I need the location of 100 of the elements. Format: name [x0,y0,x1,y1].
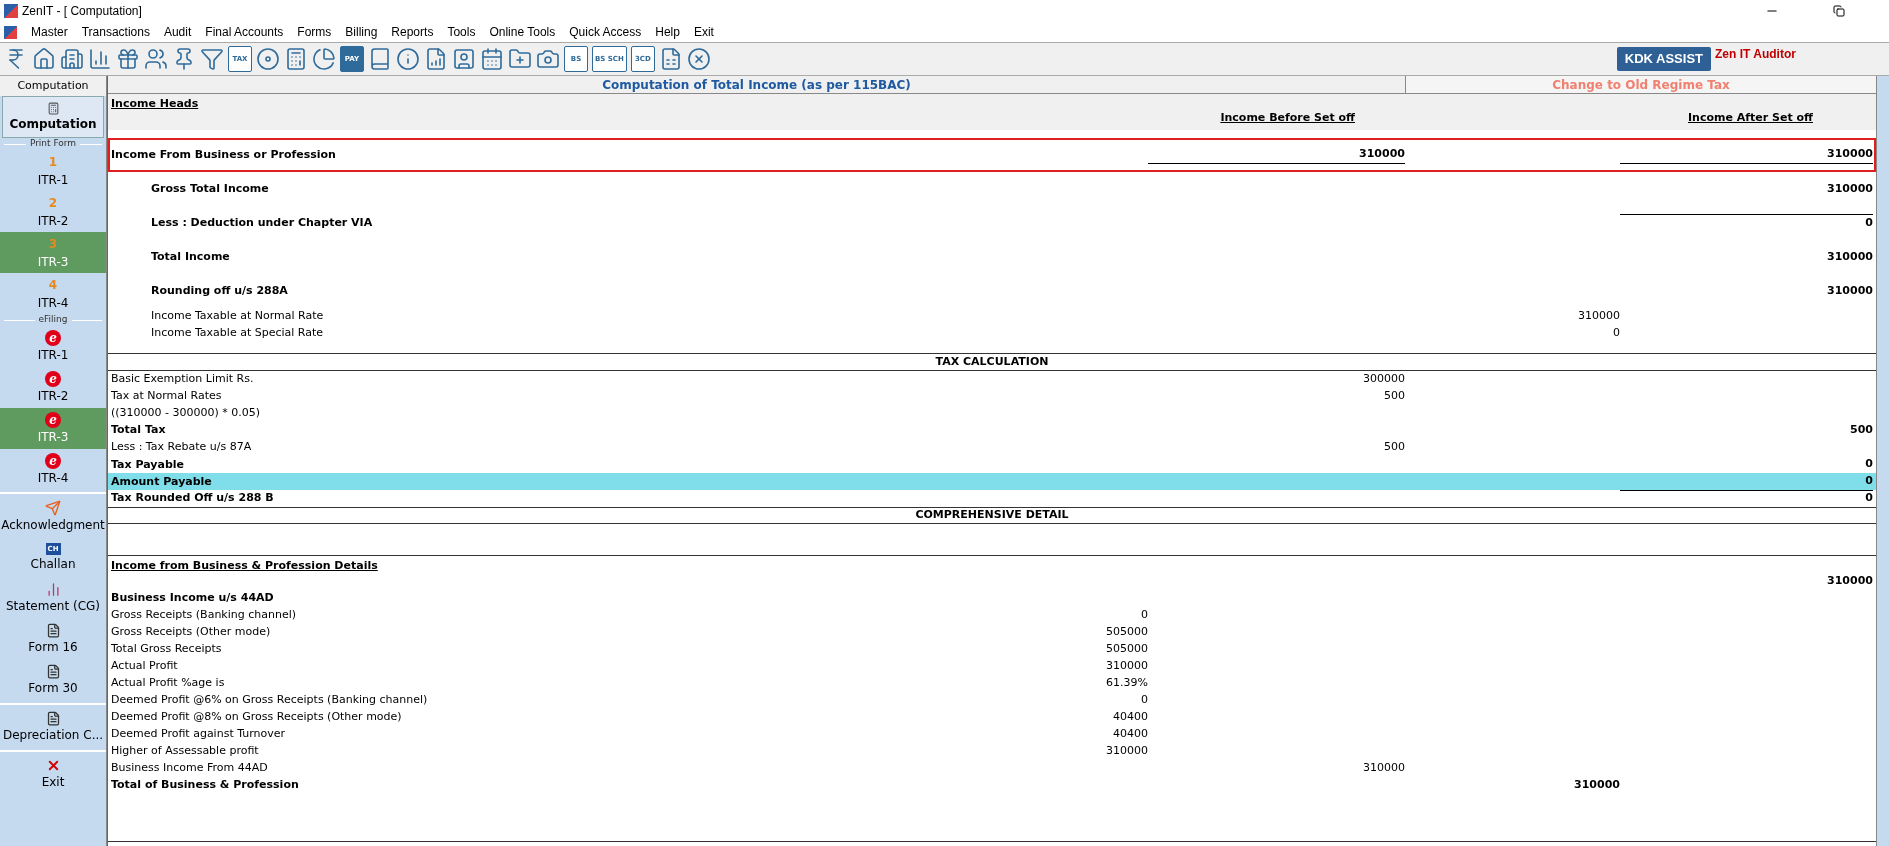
person-card-icon[interactable] [452,47,476,71]
assist-button[interactable]: KDK ASSIST [1616,47,1711,71]
income-row[interactable]: Rounding off u/s 288A 310000 [108,274,1876,308]
sidebar-item[interactable]: e ITR-2 [0,367,106,408]
document-icon [45,664,61,679]
income-row[interactable]: Income Taxable at Normal Rate 310000 [108,308,1876,325]
menu-item[interactable]: Online Tools [489,23,556,41]
income-row[interactable]: Income Taxable at Special Rate 0 [108,325,1876,342]
report-icon[interactable] [424,47,448,71]
amount-value: 40400 [1112,709,1148,726]
column-header: Income Heads [110,96,200,112]
amount-value: 310000 [1826,248,1873,265]
folder-add-icon[interactable] [508,47,532,71]
row-label: Total of Business & Profession [110,777,299,794]
section-label: Print Form [29,137,77,151]
sidebar-item[interactable]: Form 30 [0,660,106,701]
row-label: Rounding off u/s 288A [150,283,288,297]
computation-button[interactable]: Computation [2,96,104,138]
section-title: Computation of Total Income (as per 115BAC) [602,76,911,94]
building-icon[interactable] [60,47,84,71]
menu-item[interactable]: Billing [345,23,378,41]
amount-value: 500 [1383,439,1405,456]
menu-item[interactable]: Tools [447,23,476,41]
sidebar-item[interactable]: e ITR-4 [0,449,106,490]
menu-item[interactable]: Help [655,23,680,41]
info-icon[interactable] [396,47,420,71]
close-icon[interactable] [686,47,711,71]
number-label: 3 [48,235,58,253]
efiling-icon: e [45,370,61,387]
income-row[interactable]: Less : Deduction under Chapter VIA 0 [108,206,1876,240]
menu-item[interactable]: Reports [391,23,434,41]
row-label: Amount Payable [110,473,212,490]
home-icon[interactable] [32,47,56,71]
amount-value: 0 [1864,490,1873,507]
menu-item[interactable]: Final Accounts [205,23,284,41]
row-label: Income Taxable at Special Rate [150,326,324,340]
menu-item[interactable]: Quick Access [569,23,642,41]
row-label: Income Taxable at Normal Rate [150,309,324,323]
row-label: Total Gross Receipts [110,641,222,658]
row-label: Actual Profit [110,658,178,675]
sidebar-item[interactable]: e ITR-3 [0,408,106,449]
row-label: Basic Exemption Limit Rs. [110,371,254,388]
menu-item[interactable]: Transactions [81,23,150,41]
people-icon[interactable] [144,47,168,71]
income-row[interactable]: Income From Business or Profession 310000 310000 [108,138,1876,172]
row-label: Deemed Profit against Turnover [110,726,286,743]
row-label: Gross Receipts (Other mode) [110,624,271,641]
restore-icon[interactable] [1833,5,1845,17]
section-title: COMPREHENSIVE DETAIL [915,507,1069,524]
sidebar-item[interactable]: Depreciation C... [0,707,106,748]
efiling-icon: e [45,329,61,346]
camera-icon[interactable] [536,47,560,71]
sidebar-item[interactable]: 1 ITR-1 [0,150,106,191]
row-label: Less : Tax Rebate u/s 87A [110,439,252,456]
sidebar-item[interactable]: Statement (CG) [0,578,106,619]
amount-value: 505000 [1105,641,1148,658]
menu-item[interactable]: Exit [693,23,714,41]
menu-item[interactable]: Master [31,23,68,41]
filter-icon[interactable] [200,47,224,71]
section-heading: Income from Business & Profession Details [111,559,378,572]
sidebar-item[interactable]: e ITR-1 [0,326,106,367]
amount-value: 310000 [1577,308,1620,325]
sidebar-item[interactable]: Exit [0,754,106,795]
row-label: Gross Total Income [150,181,269,195]
number-label: 1 [48,153,58,171]
amount-value: 40400 [1112,726,1148,743]
disc-icon[interactable] [256,47,280,71]
calculator-icon[interactable] [284,47,308,71]
section-title: TAX CALCULATION [935,353,1049,370]
column-header: Income After Set off [1688,109,1813,126]
income-row[interactable]: Gross Total Income 310000 [108,172,1876,206]
amount-value: 310000 [1620,146,1873,164]
scrollbar[interactable] [1876,76,1889,846]
row-label: Tax Rounded Off u/s 288 B [110,490,274,507]
sidebar-item[interactable]: 4 ITR-4 [0,273,106,314]
row-label: Business Income From 44AD [110,760,268,777]
amount-value: 505000 [1105,624,1148,641]
gift-icon[interactable] [116,47,140,71]
menu-item[interactable]: Audit [163,23,192,41]
bar-chart-icon[interactable] [88,47,112,71]
row-label: Tax Payable [110,456,184,473]
calendar-icon[interactable] [480,47,504,71]
book-icon[interactable] [368,47,392,71]
amount-value: 300000 [1362,371,1405,388]
column-header: Income Before Set off [1220,109,1355,126]
amount-value: 310000 [1826,282,1873,299]
sidebar-item[interactable]: Form 16 [0,619,106,660]
sidebar-item[interactable]: 2 ITR-2 [0,191,106,232]
row-label: Business Income u/s 44AD [110,590,274,607]
row-label: Gross Receipts (Banking channel) [110,607,297,624]
amount-value: 0 [1612,325,1620,342]
app-logo-icon [4,4,18,18]
menu-item[interactable]: Forms [297,23,332,41]
section-label: eFiling [38,313,68,327]
amount-value: 500 [1849,422,1873,439]
amount-value: 310000 [1826,573,1873,590]
pie-chart-icon[interactable] [312,47,336,71]
income-row[interactable]: Total Income 310000 [108,240,1876,274]
sidebar-item[interactable]: Acknowledgment [0,496,106,537]
row-label: Total Income [150,249,230,263]
